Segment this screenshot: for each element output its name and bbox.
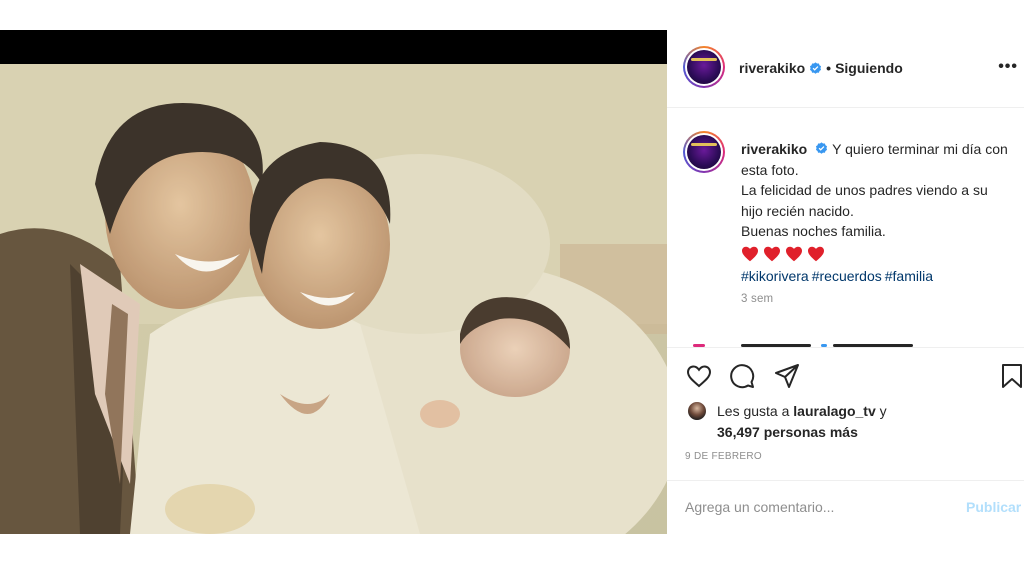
author-line: riverakiko • Siguiendo — [739, 60, 903, 76]
caption-line-3: Buenas noches familia. — [741, 223, 886, 239]
likes-suffix: y — [879, 403, 887, 419]
post-actions-section: Les gusta a lauralago_tv y 36,497 person… — [667, 347, 1024, 534]
red-heart-emoji-icon — [764, 246, 780, 261]
share-button[interactable] — [773, 362, 801, 390]
post-photo[interactable] — [0, 64, 667, 534]
post-side-panel: riverakiko • Siguiendo ••• riverakiko Y … — [667, 30, 1024, 534]
post-header: riverakiko • Siguiendo ••• — [667, 30, 1024, 108]
verified-badge-icon — [810, 61, 822, 74]
red-heart-emoji-icon — [786, 246, 802, 261]
hashtag-link[interactable]: #recuerdos — [812, 268, 882, 284]
hashtag-link[interactable]: #kikorivera — [741, 268, 809, 284]
vintage-family-photo — [0, 64, 667, 534]
author-username[interactable]: riverakiko — [739, 60, 805, 76]
publish-button[interactable]: Publicar — [966, 499, 1021, 515]
like-button[interactable] — [685, 362, 713, 390]
caption-hashtags: #kikorivera #recuerdos #familia — [741, 266, 1011, 287]
heart-icon — [686, 365, 712, 388]
liked-by-username[interactable]: lauralago_tv — [793, 403, 875, 419]
hashtag-link[interactable]: #familia — [885, 268, 933, 284]
caption-hearts — [741, 244, 1011, 264]
caption-age[interactable]: 3 sem — [741, 293, 773, 305]
author-avatar[interactable] — [683, 46, 725, 88]
post-media[interactable] — [0, 30, 667, 534]
separator-dot: • — [826, 60, 832, 76]
comment-icon — [730, 364, 755, 389]
caption-text: riverakiko Y quiero terminar mi día con … — [741, 139, 1011, 286]
bookmark-icon — [1002, 364, 1022, 388]
liker-avatar[interactable] — [687, 401, 707, 421]
post-date[interactable]: 9 DE FEBRERO — [685, 451, 762, 462]
caption-author-avatar[interactable] — [683, 131, 725, 173]
caption-line-2: La felicidad de unos padres viendo a su … — [741, 182, 988, 219]
likes-line-1: Les gusta a lauralago_tv y — [717, 401, 887, 422]
following-button[interactable]: Siguiendo — [835, 60, 903, 76]
likes-count[interactable]: 36,497 personas más — [717, 422, 858, 443]
likes-prefix: Les gusta a — [717, 403, 790, 419]
save-button[interactable] — [998, 362, 1024, 390]
comment-form: Publicar — [667, 480, 1024, 536]
verified-badge-icon — [816, 142, 828, 154]
more-options-icon[interactable]: ••• — [998, 58, 1018, 76]
post-caption: riverakiko Y quiero terminar mi día con … — [667, 109, 1024, 347]
red-heart-emoji-icon — [742, 246, 758, 261]
caption-username[interactable]: riverakiko — [741, 141, 807, 157]
red-heart-emoji-icon — [808, 246, 824, 261]
share-icon — [775, 364, 799, 388]
comment-input[interactable] — [685, 499, 945, 515]
comment-button[interactable] — [728, 362, 756, 390]
